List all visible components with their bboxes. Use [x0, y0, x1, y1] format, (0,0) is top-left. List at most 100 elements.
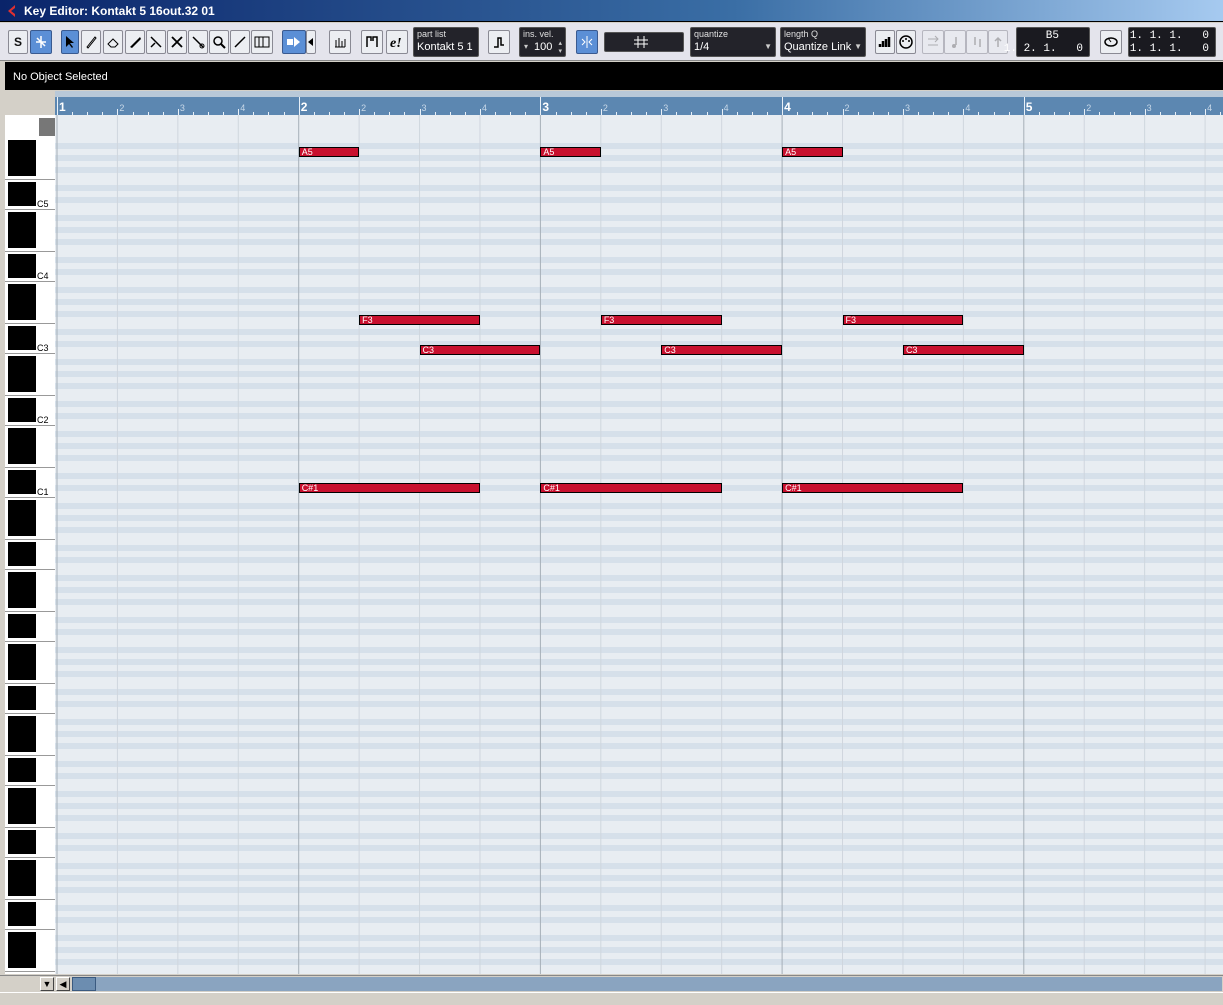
- object-selection-tool[interactable]: [61, 30, 79, 54]
- black-key[interactable]: [8, 956, 36, 968]
- black-key[interactable]: [8, 212, 36, 224]
- keyboard-scroll-handle[interactable]: [39, 118, 55, 136]
- record-note-off-button[interactable]: [966, 30, 988, 54]
- drumstick-tool[interactable]: [251, 30, 273, 54]
- black-key[interactable]: [8, 626, 36, 638]
- midi-note[interactable]: F3: [359, 315, 480, 325]
- black-key[interactable]: [8, 368, 36, 380]
- black-key[interactable]: [8, 452, 36, 464]
- midi-note[interactable]: C#1: [782, 483, 964, 493]
- quantize-dropdown[interactable]: quantize 1/4 ▼: [690, 27, 776, 57]
- autoscroll-button[interactable]: [30, 30, 52, 54]
- note-grid[interactable]: A5 A5 A5 F3 F3 F3 C3 C3 C3 C#1 C#1 C#1: [55, 115, 1223, 974]
- show-info-button[interactable]: [329, 30, 351, 54]
- black-key[interactable]: [8, 164, 36, 176]
- black-key[interactable]: [8, 440, 36, 452]
- black-key[interactable]: [8, 944, 36, 956]
- black-key[interactable]: [8, 668, 36, 680]
- midi-note[interactable]: A5: [298, 147, 360, 157]
- snap-button[interactable]: [576, 30, 598, 54]
- length-quantize-dropdown[interactable]: length Q Quantize Link ▼: [780, 27, 866, 57]
- black-key[interactable]: [8, 482, 36, 494]
- black-key[interactable]: [8, 740, 36, 752]
- black-key[interactable]: [8, 380, 36, 392]
- black-key[interactable]: [8, 788, 36, 800]
- scroll-thumb[interactable]: [72, 977, 96, 991]
- record-note-on-button[interactable]: [944, 30, 966, 54]
- locators-display[interactable]: 1. 1. 1. 0 1. 1. 1. 0: [1128, 27, 1216, 57]
- black-key[interactable]: [8, 296, 36, 308]
- black-key[interactable]: [8, 614, 36, 626]
- black-key[interactable]: [8, 596, 36, 608]
- colors-menu-button[interactable]: [875, 30, 895, 54]
- black-key[interactable]: [8, 584, 36, 596]
- mute-tool[interactable]: [188, 30, 208, 54]
- black-key[interactable]: [8, 308, 36, 320]
- midi-note[interactable]: F3: [600, 315, 722, 325]
- black-key[interactable]: [8, 758, 36, 770]
- piano-keyboard[interactable]: C5 C4 C3 C2 C1: [5, 115, 56, 974]
- insert-velocity-field[interactable]: ins. vel. 100 ▾ ▴ ▾: [519, 27, 566, 57]
- black-key[interactable]: [8, 428, 36, 440]
- scroll-left-button[interactable]: ◀: [56, 977, 70, 991]
- feedback-menu-button[interactable]: [306, 30, 316, 54]
- solo-button[interactable]: S: [8, 30, 28, 54]
- ins-vel-stepper-icon[interactable]: ▴ ▾: [558, 39, 562, 55]
- midi-note[interactable]: A5: [782, 147, 843, 157]
- cycle-button[interactable]: [1100, 30, 1122, 54]
- midi-input-button[interactable]: [896, 30, 916, 54]
- black-key[interactable]: [8, 812, 36, 824]
- black-key[interactable]: [8, 266, 36, 278]
- ins-vel-dropdown-icon[interactable]: ▾: [524, 42, 528, 51]
- black-key[interactable]: [8, 326, 36, 338]
- glue-tool[interactable]: [167, 30, 187, 54]
- ruler[interactable]: 1 2 3 4 2 2 3 4 3 2 3 4 4 2 3 4 5 2 3 4: [55, 91, 1223, 115]
- trim-tool[interactable]: [125, 30, 145, 54]
- black-key[interactable]: [8, 656, 36, 668]
- black-key[interactable]: [8, 236, 36, 248]
- black-key[interactable]: [8, 182, 36, 194]
- black-key[interactable]: [8, 728, 36, 740]
- line-tool[interactable]: [230, 30, 250, 54]
- black-key[interactable]: [8, 410, 36, 422]
- midi-note[interactable]: C3: [661, 345, 783, 355]
- black-key[interactable]: [8, 398, 36, 410]
- midi-note[interactable]: C3: [419, 345, 541, 355]
- black-key[interactable]: [8, 884, 36, 896]
- black-key[interactable]: [8, 902, 36, 914]
- black-key[interactable]: [8, 872, 36, 884]
- black-key[interactable]: [8, 842, 36, 854]
- black-key[interactable]: [8, 512, 36, 524]
- acoustic-feedback-button[interactable]: [282, 30, 306, 54]
- black-key[interactable]: [8, 524, 36, 536]
- horizontal-scrollbar[interactable]: ▼ ◀: [0, 975, 1223, 993]
- midi-note[interactable]: A5: [540, 147, 601, 157]
- midi-note[interactable]: C#1: [298, 483, 480, 493]
- midi-note[interactable]: F3: [842, 315, 964, 325]
- black-key[interactable]: [8, 338, 36, 350]
- black-key[interactable]: [8, 800, 36, 812]
- split-tool[interactable]: [146, 30, 166, 54]
- black-key[interactable]: [8, 254, 36, 266]
- part-list-dropdown[interactable]: part list Kontakt 5 1: [413, 27, 479, 57]
- black-key[interactable]: [8, 830, 36, 842]
- black-key[interactable]: [8, 140, 36, 152]
- record-pitch-button[interactable]: [922, 30, 944, 54]
- independent-track-loop-button[interactable]: [361, 30, 383, 54]
- black-key[interactable]: [8, 860, 36, 872]
- black-key[interactable]: [8, 284, 36, 296]
- step-input-button[interactable]: [488, 30, 510, 54]
- black-key[interactable]: [8, 914, 36, 926]
- black-key[interactable]: [8, 698, 36, 710]
- snap-type-field[interactable]: [604, 32, 684, 52]
- draw-tool[interactable]: [81, 30, 101, 54]
- black-key[interactable]: [8, 644, 36, 656]
- black-key[interactable]: [8, 356, 36, 368]
- edit-in-place-button[interactable]: e!: [386, 30, 408, 54]
- black-key[interactable]: [8, 716, 36, 728]
- black-key[interactable]: [8, 470, 36, 482]
- black-key[interactable]: [8, 152, 36, 164]
- black-key[interactable]: [8, 770, 36, 782]
- zoom-menu-button[interactable]: ▼: [40, 977, 54, 991]
- black-key[interactable]: [8, 686, 36, 698]
